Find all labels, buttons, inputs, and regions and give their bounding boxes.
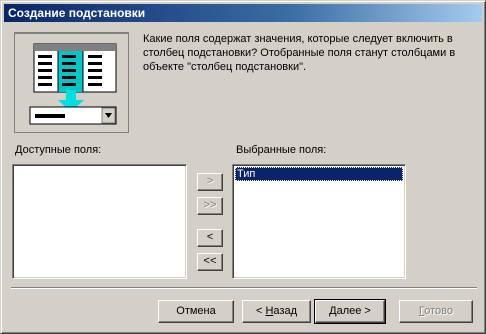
window-title: Создание подстановки <box>8 6 146 20</box>
available-fields-list[interactable] <box>12 164 187 279</box>
selected-fields-list[interactable]: Тип <box>232 164 406 279</box>
next-button[interactable]: Далее > <box>314 299 386 324</box>
add-field-label: > <box>206 176 214 188</box>
finish-rest: отово <box>424 305 453 317</box>
wizard-illustration <box>14 32 129 133</box>
remove-field-button[interactable]: < <box>197 229 223 247</box>
available-fields-label: Доступные поля: <box>15 144 102 156</box>
back-rest: азад <box>273 305 297 317</box>
next-hotkey: Д <box>329 305 337 317</box>
next-rest: алее > <box>336 305 371 317</box>
finish-label: Готово <box>400 301 472 322</box>
back-label: < Назад <box>243 301 310 322</box>
next-label: Далее > <box>316 301 384 322</box>
remove-field-label: < <box>206 232 214 244</box>
add-field-button[interactable]: > <box>197 173 223 191</box>
add-all-fields-label: >> <box>203 200 217 212</box>
list-item[interactable]: Тип <box>235 167 403 181</box>
add-all-fields-button[interactable]: >> <box>197 197 223 215</box>
cancel-button[interactable]: Отмена <box>158 300 234 323</box>
footer-divider <box>11 287 477 289</box>
cancel-label: Отмена <box>176 305 216 317</box>
remove-all-fields-button[interactable]: << <box>197 253 223 271</box>
lookup-wizard-window: Создание подстановки Какие поля содержат… <box>0 0 486 334</box>
selected-fields-label: Выбранные поля: <box>236 144 327 156</box>
back-button[interactable]: < Назад <box>242 300 311 323</box>
remove-all-fields-label: << <box>203 256 217 268</box>
finish-button[interactable]: Готово <box>399 300 473 323</box>
table-to-lookup-icon <box>15 33 128 132</box>
title-bar[interactable]: Создание подстановки <box>4 4 482 22</box>
wizard-description: Какие поля содержат значения, которые сл… <box>143 33 456 73</box>
